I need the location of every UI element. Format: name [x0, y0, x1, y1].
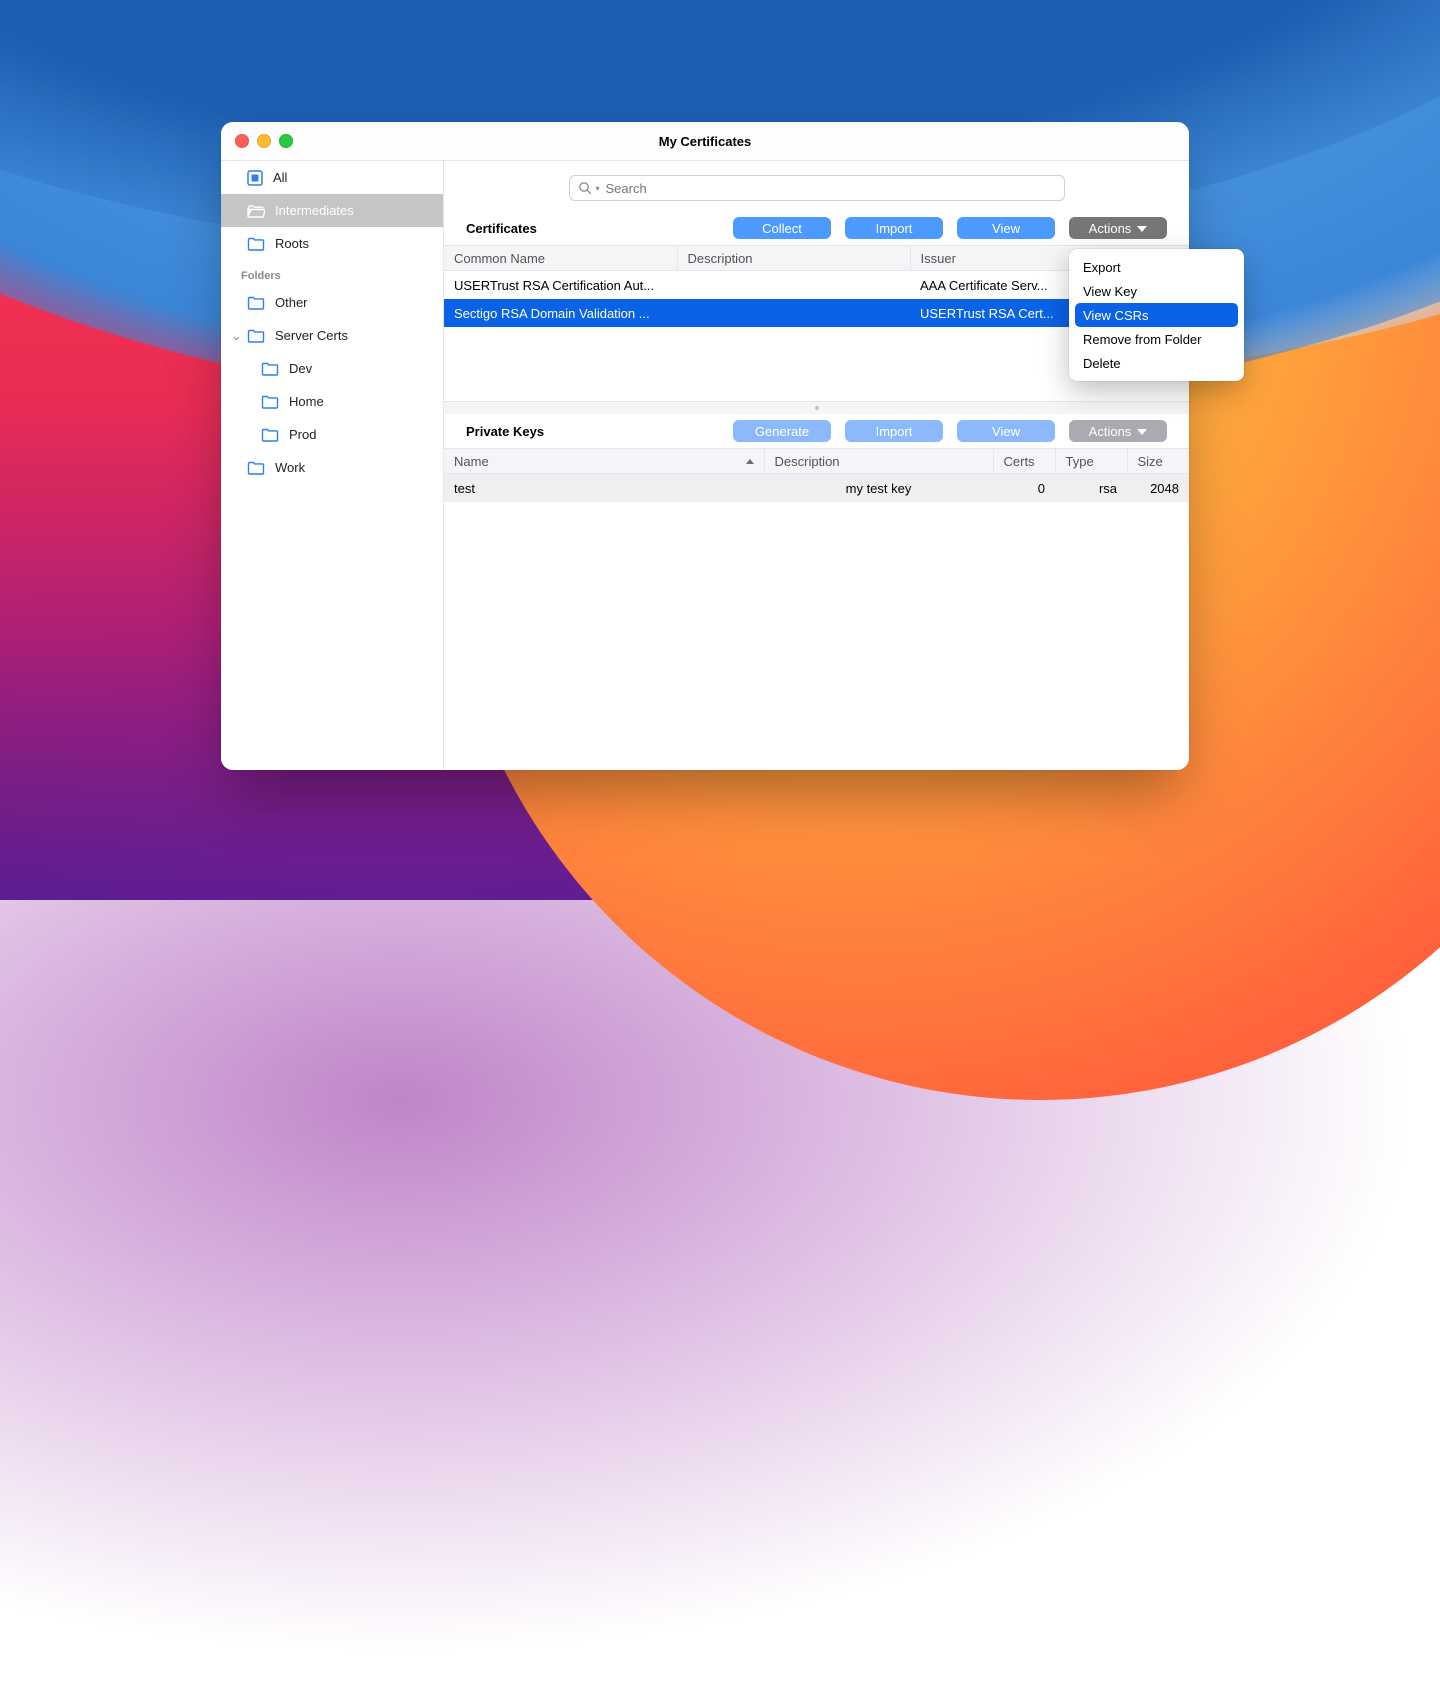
- col-size[interactable]: Size: [1127, 449, 1189, 474]
- private-keys-table: Name Description Certs Type Size test m: [444, 448, 1189, 502]
- actions-cert-label: Actions: [1089, 221, 1132, 236]
- private-keys-title: Private Keys: [466, 424, 544, 439]
- cell-cn: Sectigo RSA Domain Validation ...: [444, 299, 677, 327]
- folder-icon: [261, 362, 279, 376]
- folder-icon: [247, 296, 265, 310]
- titlebar[interactable]: My Certificates: [221, 122, 1189, 161]
- folder-open-icon: [247, 204, 265, 218]
- chevron-down-icon[interactable]: ⌄: [231, 328, 242, 344]
- sidebar-item-label: All: [273, 170, 287, 185]
- col-name-label: Name: [454, 454, 489, 469]
- table-row[interactable]: test my test key 0 rsa 2048: [444, 474, 1189, 503]
- sidebar-heading-folders: Folders: [221, 260, 443, 286]
- menu-item-view-csrs[interactable]: View CSRs: [1075, 303, 1238, 327]
- folder-icon: [247, 329, 265, 343]
- actions-cert-button[interactable]: Actions: [1069, 217, 1167, 239]
- col-description[interactable]: Description: [677, 246, 910, 271]
- cell-desc: my test key: [764, 474, 993, 503]
- actions-key-button[interactable]: Actions: [1069, 420, 1167, 442]
- cell-cn: USERTrust RSA Certification Aut...: [444, 271, 677, 300]
- menu-item-export[interactable]: Export: [1075, 255, 1238, 279]
- sidebar-item-home[interactable]: Home: [221, 385, 443, 418]
- col-type[interactable]: Type: [1055, 449, 1127, 474]
- cell-certs: 0: [993, 474, 1055, 503]
- col-desc[interactable]: Description: [764, 449, 993, 474]
- sidebar-item-label: Other: [275, 295, 308, 310]
- cell-size: 2048: [1127, 474, 1189, 503]
- sidebar-item-label: Server Certs: [275, 328, 348, 343]
- sidebar-item-label: Home: [289, 394, 324, 409]
- sidebar-item-label: Prod: [289, 427, 316, 442]
- pane-splitter[interactable]: [444, 401, 1189, 414]
- menu-item-view-key[interactable]: View Key: [1075, 279, 1238, 303]
- sidebar-item-label: Intermediates: [275, 203, 354, 218]
- cell-name: test: [444, 474, 764, 503]
- actions-key-label: Actions: [1089, 424, 1132, 439]
- app-window: My Certificates All Intermediates: [221, 122, 1189, 770]
- sidebar-item-intermediates[interactable]: Intermediates: [221, 194, 443, 227]
- window-title: My Certificates: [221, 134, 1189, 149]
- sidebar-item-other[interactable]: Other: [221, 286, 443, 319]
- folder-icon: [247, 461, 265, 475]
- sidebar-item-label: Work: [275, 460, 305, 475]
- search-icon: [578, 181, 592, 195]
- cell-desc: [677, 299, 910, 327]
- sidebar-item-label: Dev: [289, 361, 312, 376]
- sort-asc-icon: [746, 459, 754, 464]
- collect-button[interactable]: Collect: [733, 217, 831, 239]
- search-field[interactable]: ▾: [569, 175, 1065, 201]
- import-cert-button[interactable]: Import: [845, 217, 943, 239]
- cell-type: rsa: [1055, 474, 1127, 503]
- menu-item-remove-from-folder[interactable]: Remove from Folder: [1075, 327, 1238, 351]
- col-common-name[interactable]: Common Name: [444, 246, 677, 271]
- search-input[interactable]: [604, 180, 1056, 197]
- view-key-button[interactable]: View: [957, 420, 1055, 442]
- folder-icon: [247, 237, 265, 251]
- sidebar-item-label: Roots: [275, 236, 309, 251]
- col-name[interactable]: Name: [444, 449, 764, 474]
- actions-menu: Export View Key View CSRs Remove from Fo…: [1069, 249, 1244, 381]
- menu-item-delete[interactable]: Delete: [1075, 351, 1238, 375]
- folder-icon: [261, 428, 279, 442]
- import-key-button[interactable]: Import: [845, 420, 943, 442]
- generate-button[interactable]: Generate: [733, 420, 831, 442]
- col-certs[interactable]: Certs: [993, 449, 1055, 474]
- caret-down-icon: [1137, 226, 1147, 232]
- sidebar-item-roots[interactable]: Roots: [221, 227, 443, 260]
- cell-desc: [677, 271, 910, 300]
- caret-down-icon: [1137, 429, 1147, 435]
- sidebar-item-server-certs[interactable]: ⌄ Server Certs: [221, 319, 443, 352]
- all-icon: [247, 170, 263, 186]
- sidebar-item-prod[interactable]: Prod: [221, 418, 443, 451]
- sidebar-item-dev[interactable]: Dev: [221, 352, 443, 385]
- view-cert-button[interactable]: View: [957, 217, 1055, 239]
- dropdown-caret-icon[interactable]: ▾: [596, 184, 600, 193]
- certificates-title: Certificates: [466, 221, 537, 236]
- sidebar-item-all[interactable]: All: [221, 161, 443, 194]
- sidebar-item-work[interactable]: Work: [221, 451, 443, 484]
- folder-icon: [261, 395, 279, 409]
- sidebar: All Intermediates Roots Folders Other: [221, 161, 444, 770]
